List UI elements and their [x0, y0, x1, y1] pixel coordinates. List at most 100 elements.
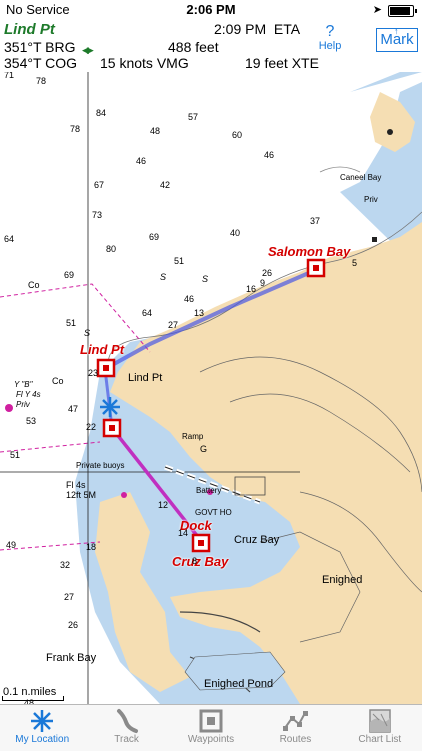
- sounding: 69: [64, 270, 75, 280]
- nautical-chart[interactable]: Salomon Bay Lind Pt Dock Cruz Bay Lind P…: [0, 72, 422, 704]
- place-label: GOVT HO: [195, 508, 232, 517]
- sounding: 9: [260, 278, 266, 288]
- eta-readout: 2:09 PM ETA: [214, 21, 300, 37]
- sounding: 67: [94, 180, 105, 190]
- place-label: Ramp: [182, 432, 204, 441]
- waypoints-icon: [169, 708, 253, 734]
- eta-label: ETA: [273, 21, 301, 37]
- place-label: Frank Bay: [46, 652, 97, 664]
- status-time: 2:06 PM: [186, 2, 236, 17]
- place-label: Private buoys: [76, 461, 125, 470]
- sounding: 26: [262, 268, 273, 278]
- sounding: 16: [246, 284, 257, 294]
- sounding: 48: [150, 126, 161, 136]
- sounding: 49: [6, 540, 17, 550]
- sounding: 46: [264, 150, 275, 160]
- bearing-readout: 351°T BRG: [4, 39, 76, 55]
- sounding: 69: [149, 232, 160, 242]
- chart-canvas[interactable]: [0, 72, 422, 704]
- mark-button[interactable]: ↑ Mark: [376, 26, 418, 52]
- sounding: 64: [142, 308, 153, 318]
- steer-arrows-icon: ◀▶: [82, 45, 94, 55]
- sounding: 23: [88, 368, 99, 378]
- place-label: Battery: [196, 486, 222, 495]
- sounding: 73: [92, 210, 103, 220]
- buoy-label: Fl Y 4s: [16, 390, 41, 399]
- sounding: 18: [86, 542, 97, 552]
- sounding: 84: [96, 108, 107, 118]
- place-label: Lind Pt: [128, 372, 163, 384]
- sounding: S: [84, 328, 91, 338]
- place-label: Enighed Pond: [204, 678, 274, 690]
- sounding: 51: [174, 256, 185, 266]
- waypoint-marker-salomon-bay: [306, 258, 326, 278]
- tab-my-location[interactable]: My Location: [0, 705, 84, 751]
- scale-label: 0.1 n.miles: [3, 686, 57, 698]
- waypoint-label-lind-pt[interactable]: Lind Pt: [80, 342, 124, 357]
- place-label: Fl 4s: [66, 480, 86, 490]
- waypoint-label-cruz-bay[interactable]: Cruz Bay: [172, 554, 228, 569]
- location-arrow-icon: ➤: [372, 4, 382, 16]
- navigation-info-panel: Lind Pt 2:09 PM ETA 351°T BRG ◀▶ 488 fee…: [0, 20, 422, 72]
- sounding: 78: [70, 124, 81, 134]
- help-icon: ?: [325, 23, 335, 40]
- tab-label: Routes: [279, 734, 312, 745]
- my-location-icon: [0, 708, 84, 734]
- tab-label: Track: [114, 734, 139, 745]
- target-waypoint-name: Lind Pt: [4, 21, 55, 38]
- sounding: 22: [86, 422, 97, 432]
- battery-icon: [388, 5, 417, 17]
- sounding: 80: [106, 244, 117, 254]
- buoy-label: Priv: [16, 400, 30, 409]
- buoy-label: Y "B": [14, 380, 33, 389]
- sounding: G: [200, 444, 208, 454]
- my-location-marker: [100, 397, 120, 417]
- tab-track[interactable]: Track: [84, 705, 168, 751]
- eta-time: 2:09 PM: [214, 21, 267, 37]
- waypoint-marker-start: [102, 418, 122, 438]
- sounding: 71: [4, 72, 15, 80]
- tab-chart-list[interactable]: Chart List: [338, 705, 422, 751]
- track-icon: [84, 708, 168, 734]
- waypoint-marker-lind-pt: [96, 358, 116, 378]
- place-label: Priv: [364, 195, 378, 204]
- sounding: 46: [184, 294, 195, 304]
- sounding: 27: [168, 320, 179, 330]
- sounding: Co: [52, 376, 64, 386]
- tab-label: Chart List: [358, 734, 402, 745]
- sounding: 26: [68, 620, 79, 630]
- sounding: 27: [64, 592, 75, 602]
- waypoint-marker-cruz-bay: [191, 533, 211, 553]
- sounding: 60: [232, 130, 243, 140]
- sounding: 5: [352, 258, 358, 268]
- sounding: 40: [230, 228, 241, 238]
- tab-label: My Location: [15, 734, 70, 745]
- sounding: 14: [178, 528, 189, 538]
- place-label: Cruz Bay: [234, 534, 280, 546]
- sounding: 12: [158, 500, 169, 510]
- sounding: 51: [66, 318, 77, 328]
- place-label: Enighed: [322, 574, 363, 586]
- sounding: 46: [136, 156, 147, 166]
- xte-readout: 19 feet XTE: [245, 55, 319, 71]
- tab-waypoints[interactable]: Waypoints: [169, 705, 253, 751]
- sounding: 13: [194, 308, 205, 318]
- tab-bar: My Location Track Waypoints Routes Chart…: [0, 704, 422, 751]
- tab-label: Waypoints: [187, 734, 235, 745]
- sounding: 53: [26, 416, 37, 426]
- sounding: 32: [60, 560, 71, 570]
- waypoint-label-salomon-bay[interactable]: Salomon Bay: [268, 244, 350, 259]
- distance-readout: 488 feet: [168, 39, 219, 55]
- sounding: 64: [4, 234, 15, 244]
- help-label: Help: [318, 40, 342, 52]
- sounding: 57: [188, 112, 199, 122]
- tab-routes[interactable]: Routes: [253, 705, 337, 751]
- vmg-readout: 15 knots VMG: [100, 55, 189, 71]
- sounding: 78: [36, 76, 47, 86]
- status-bar: No Service 2:06 PM ➤: [0, 0, 422, 20]
- mark-pointer-icon: ↑: [394, 26, 399, 36]
- place-label: Caneel Bay: [340, 173, 382, 182]
- sounding: S: [160, 272, 167, 282]
- help-button[interactable]: ? Help: [312, 24, 348, 54]
- sounding: 47: [68, 404, 79, 414]
